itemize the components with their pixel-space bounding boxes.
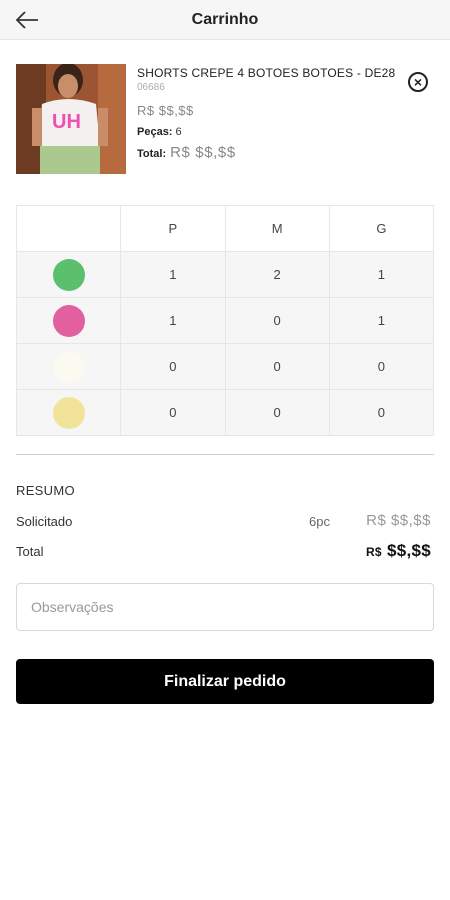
quantity-cell[interactable]: 1 [328, 297, 435, 344]
svg-text:UH: UH [52, 111, 81, 133]
quantity-cell[interactable]: 1 [120, 297, 226, 344]
grid-row: 0 0 0 [15, 389, 435, 436]
color-cell [15, 297, 122, 344]
currency-symbol: R$ [365, 545, 382, 559]
quantity-cell[interactable]: 1 [328, 251, 435, 298]
summary-total-row: Total R$ $$,$$ [16, 541, 434, 564]
quantity-cell[interactable]: 0 [120, 389, 226, 436]
app-header: Carrinho [0, 0, 450, 40]
size-header-g: G [328, 205, 435, 252]
section-divider [16, 454, 434, 455]
size-header-p: P [120, 205, 226, 252]
close-circle-icon: × [413, 74, 423, 90]
product-name: SHORTS CREPE 4 BOTOES BOTOES - DE28 [137, 66, 396, 80]
product-price: R$ $$,$$ [137, 103, 194, 118]
grid-header-row: P M G [15, 205, 435, 252]
observations-input[interactable] [16, 583, 434, 631]
total-value: R$ $$,$$ [170, 144, 236, 161]
pieces-label: Peças: [137, 126, 173, 138]
color-cell [15, 389, 122, 436]
quantity-cell[interactable]: 0 [328, 389, 435, 436]
size-header-m: M [224, 205, 330, 252]
color-swatch-pink [52, 304, 85, 337]
color-swatch-yellow [52, 396, 85, 429]
summary-title: RESUMO [16, 483, 75, 498]
finish-order-button[interactable]: Finalizar pedido [16, 659, 434, 704]
grid-row: 1 2 1 [15, 251, 435, 298]
requested-value: R$ $$,$$ [366, 512, 431, 529]
total-amount: $$,$$ [386, 541, 431, 560]
quantity-cell[interactable]: 1 [120, 251, 226, 298]
requested-count: 6pc [309, 514, 330, 529]
color-cell [15, 251, 122, 298]
summary-total-label: Total [16, 544, 44, 559]
quantity-cell[interactable]: 0 [224, 297, 330, 344]
quantity-cell[interactable]: 0 [224, 389, 330, 436]
requested-label: Solicitado [16, 514, 73, 529]
quantity-cell[interactable]: 0 [328, 343, 435, 390]
grid-row: 0 0 0 [15, 343, 435, 390]
product-total: Total: R$ $$,$$ [137, 144, 382, 161]
pieces-value: 6 [175, 126, 182, 138]
page-title: Carrinho [191, 11, 259, 28]
remove-item-button[interactable]: × [408, 72, 428, 92]
cart-product: UH SHORTS CREPE 4 BOTOES BOTOES - DE28 0… [16, 64, 436, 176]
grid-row: 1 0 1 [15, 297, 435, 344]
summary-requested-row: Solicitado 6pc R$ $$,$$ [16, 512, 434, 534]
product-code: 06686 [137, 82, 165, 93]
color-swatch-green [52, 258, 85, 291]
quantity-cell[interactable]: 0 [120, 343, 226, 390]
grid-corner-cell [15, 205, 122, 252]
product-thumbnail[interactable]: UH [16, 64, 126, 174]
color-cell [15, 343, 122, 390]
color-swatch-white [52, 350, 85, 383]
quantity-cell[interactable]: 0 [224, 343, 330, 390]
product-pieces: Peças: 6 [137, 126, 382, 138]
summary-total-value: R$ $$,$$ [366, 541, 431, 561]
total-label: Total: [137, 148, 167, 160]
quantity-cell[interactable]: 2 [224, 251, 330, 298]
product-info: SHORTS CREPE 4 BOTOES BOTOES - DE28 0668… [137, 64, 396, 161]
size-color-grid: P M G 1 2 1 1 0 1 0 0 0 0 0 0 [15, 205, 435, 436]
